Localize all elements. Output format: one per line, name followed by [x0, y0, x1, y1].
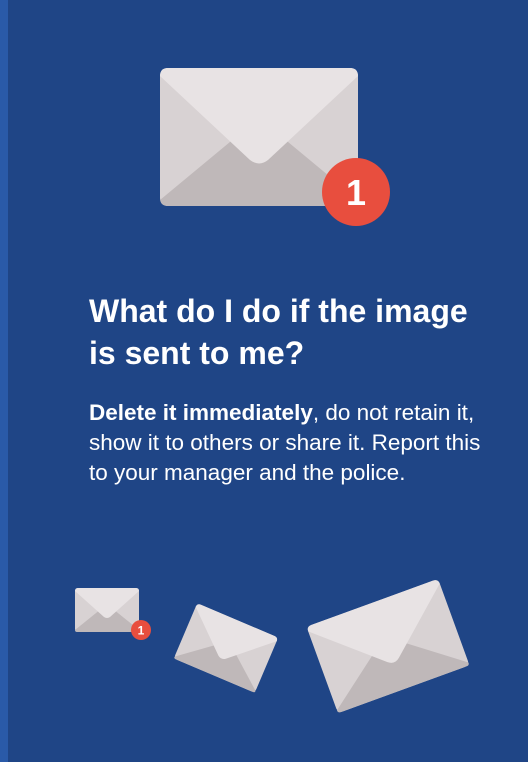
small-envelope-notification-icon: 1 [75, 588, 151, 640]
envelope-notification-icon: 1 [160, 68, 390, 226]
body-paragraph: Delete it immediately, do not retain it,… [89, 398, 489, 488]
badge-count: 1 [346, 172, 366, 213]
page-title: What do I do if the image is sent to me? [89, 293, 468, 371]
small-badge-count: 1 [138, 624, 145, 638]
body-emphasis: Delete it immediately [89, 400, 313, 425]
tilted-envelope-icon [174, 604, 278, 693]
large-tilted-envelope-icon [307, 580, 469, 713]
left-edge-stripe [0, 0, 8, 762]
info-card: 1 What do I do if the image is sent to m… [0, 0, 528, 762]
